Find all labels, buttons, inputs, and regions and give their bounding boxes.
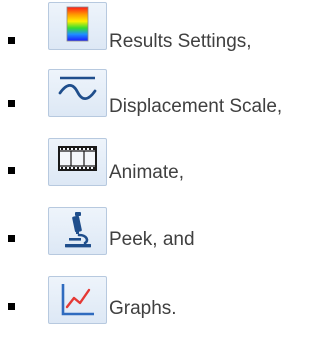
results-settings-label: Results Settings, (109, 31, 252, 52)
list-item: Graphs. (0, 274, 334, 334)
list-item: Peek, and (0, 205, 334, 265)
bullet-marker (8, 37, 15, 44)
bullet-list: Results Settings, Displacement Scale, An… (0, 0, 334, 353)
graphs-label: Graphs. (109, 298, 177, 319)
results-settings-icon (48, 2, 107, 50)
bullet-marker (8, 235, 15, 242)
bullet-marker (8, 100, 15, 107)
animate-label: Animate, (109, 162, 184, 183)
bullet-marker (8, 303, 15, 310)
list-item: Results Settings, (0, 0, 334, 60)
animate-icon (48, 138, 107, 186)
graphs-icon (48, 276, 107, 324)
displacement-scale-label: Displacement Scale, (109, 96, 283, 117)
list-item: Displacement Scale, (0, 67, 334, 127)
peek-label: Peek, and (109, 229, 195, 250)
peek-icon (48, 207, 107, 255)
list-item: Animate, (0, 136, 334, 196)
bullet-marker (8, 167, 15, 174)
displacement-scale-icon (48, 69, 107, 117)
